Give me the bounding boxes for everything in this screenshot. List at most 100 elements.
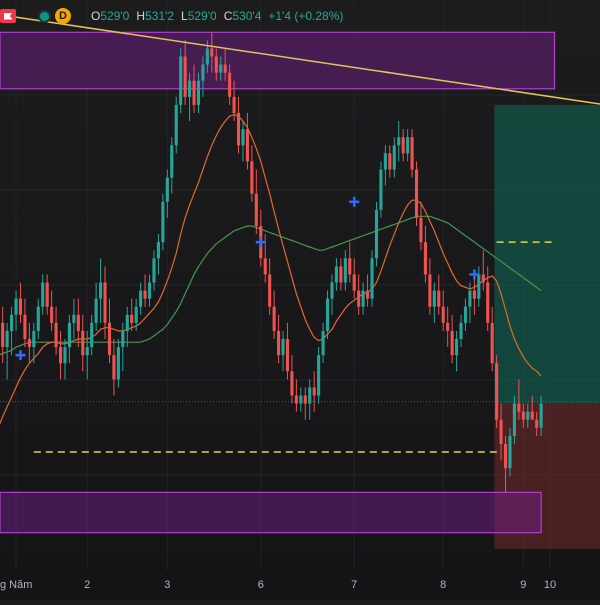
candle-body [348,258,352,275]
change-value: +1'4 (+0.28%) [268,9,344,23]
candle-body [499,419,503,444]
candle-body [325,298,330,331]
lower-demand-zone [0,491,542,534]
candle-body [321,330,325,356]
candlestick-chart-svg[interactable]: g Năm 2 3 6 7 8 9 10 [0,0,600,600]
candle-body [477,274,481,299]
candle-body [472,290,476,299]
candle-body [170,145,174,178]
position-target-zone [494,104,600,404]
candle-body [63,347,67,364]
candle-body [508,435,512,469]
candle-body [32,330,36,348]
candle-body [67,322,71,348]
candle-body [58,347,63,364]
candle-body [463,306,468,323]
candle-body [223,64,227,73]
candle-body [183,56,187,97]
candle-body [352,274,356,291]
candle-body [459,322,463,339]
candle-body [388,153,392,170]
candle-body [517,403,521,412]
high-value: 531'2 [145,9,175,23]
fast-moving-average-line [0,113,542,425]
candle-body [268,274,272,307]
x-axis-tick-label: 3 [164,579,170,591]
candle-body [401,137,405,154]
candle-body [192,80,196,105]
candle-body [526,411,530,420]
candle-body [481,274,485,283]
candle-body [245,129,249,162]
candle-body [196,80,201,105]
candle-body [539,403,543,428]
candle-body [228,72,232,97]
x-axis-tick-label: 9 [520,579,526,591]
candle-body [263,258,267,275]
candle-body [503,443,508,469]
candle-body [374,209,379,259]
candle-body [94,298,98,323]
candle-body [125,314,129,331]
price-chart[interactable]: g Năm 2 3 6 7 8 9 10 [0,0,600,600]
candle-body [366,290,370,299]
flag-icon[interactable] [0,9,16,23]
low-key: L [181,9,188,23]
candle-body [383,153,387,170]
candle-body [72,314,76,323]
candle-body [410,137,414,170]
candle-body [455,339,459,356]
candle-body [54,322,58,348]
candle-body [130,314,134,323]
interval-badge[interactable]: D [55,8,71,24]
open-value: 529'0 [100,9,130,23]
candle-body [27,339,31,348]
candle-body [535,419,539,428]
candle-body [285,339,290,372]
candle-body [210,48,214,57]
x-axis-tick-label: 2 [84,579,90,591]
x-axis-tick-label: 7 [351,579,357,591]
candle-body [308,387,312,404]
candle-body [339,266,343,283]
candle-body [236,113,241,146]
candle-body [441,306,445,323]
candle-body [161,201,165,243]
x-axis-tick-label: 10 [544,579,556,591]
candle-body [36,306,40,331]
candle-body [317,355,321,396]
candle-body [361,290,365,307]
candle-body [139,290,143,307]
candle-body [165,177,169,202]
ohlc-values: O529'0 H531'2 L529'0 C530'4 +1'4 (+0.28%… [91,9,343,23]
close-value: 530'4 [232,9,262,23]
candle-body [299,395,303,404]
candle-body [45,282,49,307]
candle-body [281,339,285,356]
candle-body [277,330,281,356]
x-axis-tick-label: g Năm [0,579,32,591]
candle-body [14,298,18,315]
candle-body [303,395,307,404]
candle-body [76,314,80,331]
candle-body [468,290,472,307]
high-key: H [136,9,146,23]
candle-body [397,137,401,146]
candle-body [143,290,147,299]
candle-body [41,282,45,307]
x-axis-tick-label: 6 [258,579,264,591]
candle-body [294,395,298,404]
candle-body [18,298,23,315]
candle-body [81,330,85,356]
candle-body [343,258,347,283]
candle-body [241,129,245,146]
candle-body [486,282,490,323]
candle-body [392,145,396,170]
candle-body [201,64,205,81]
candle-body [116,347,120,380]
candle-body [414,169,419,218]
candle-body [232,96,236,113]
candle-body [10,314,14,331]
candle-body [103,282,107,323]
candle-body [450,330,454,356]
